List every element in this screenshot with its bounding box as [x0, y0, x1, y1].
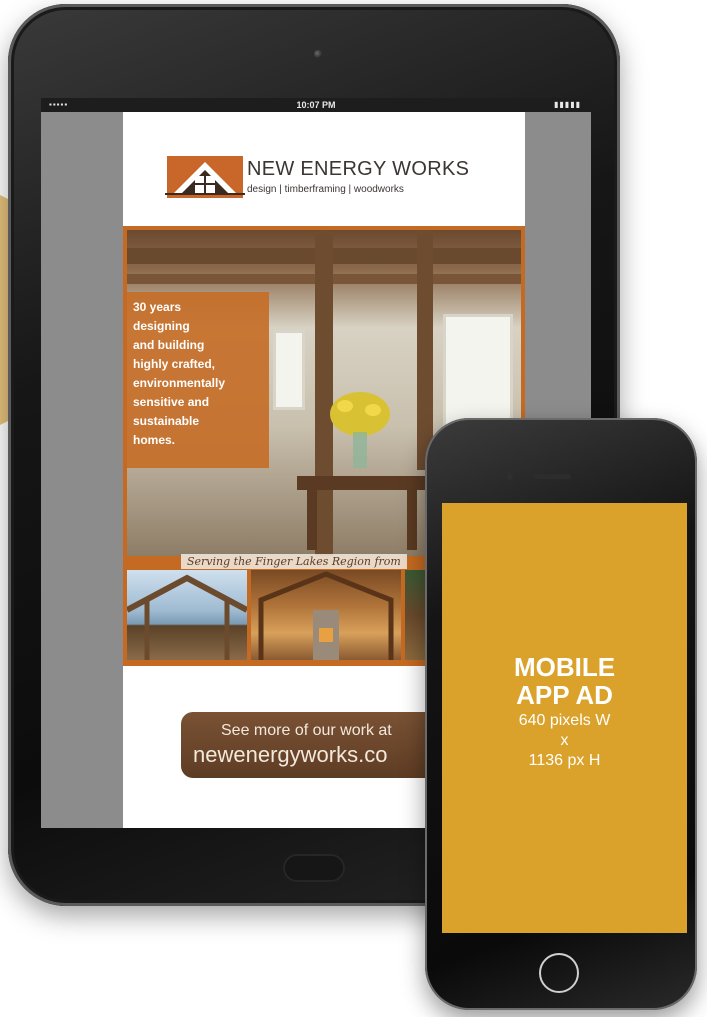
status-bar: ▪▪▪▪▪ 10:07 PM ▮▮▮▮▮ — [41, 98, 591, 112]
ad-spec-x: x — [560, 732, 569, 749]
tablet-home-button[interactable] — [283, 854, 345, 882]
overlay-line: sensitive and — [133, 395, 210, 409]
overlay-line: 30 years — [133, 300, 182, 314]
overlay-line: sustainable — [133, 414, 200, 428]
cta-line1: See more of our work at — [221, 722, 392, 739]
brand-name: NEW ENERGY WORKS — [247, 158, 470, 180]
overlay-line: environmentally — [133, 376, 226, 390]
overlay-line: designing — [133, 319, 190, 333]
phone-home-button[interactable] — [539, 953, 579, 993]
brand-tagline: design | timberframing | woodworks — [247, 184, 404, 195]
ad-spec-height: 1136 px H — [528, 752, 601, 769]
ad-title-line2: APP AD — [516, 680, 613, 710]
phone-camera — [507, 474, 513, 480]
flower-vase — [330, 392, 390, 468]
region-tagline: Serving the Finger Lakes Region from — [181, 554, 407, 569]
overlay-text-box: 30 years designing and building highly c… — [127, 292, 269, 468]
ad-spec-width: 640 pixels W — [518, 712, 611, 729]
ad-title-line1: MOBILE — [513, 652, 616, 682]
cta-website[interactable]: newenergyworks.co — [193, 742, 387, 768]
overlay-line: and building — [133, 338, 205, 352]
battery-icon: ▮▮▮▮▮ — [553, 100, 581, 109]
overlay-line: homes. — [133, 433, 176, 447]
overlay-line: highly crafted, — [133, 357, 216, 371]
status-time: 10:07 PM — [296, 100, 336, 110]
new-energy-works-logo — [165, 156, 245, 198]
phone-device: MOBILE APP AD 640 pixels W x 1136 px H — [425, 418, 697, 1010]
mobile-ad-placeholder: MOBILE APP AD 640 pixels W x 1136 px H — [442, 503, 687, 933]
thumbnail-photo — [127, 570, 247, 660]
tablet-camera — [314, 50, 322, 58]
phone-speaker — [533, 474, 571, 479]
thumbnail-photo — [251, 570, 401, 660]
